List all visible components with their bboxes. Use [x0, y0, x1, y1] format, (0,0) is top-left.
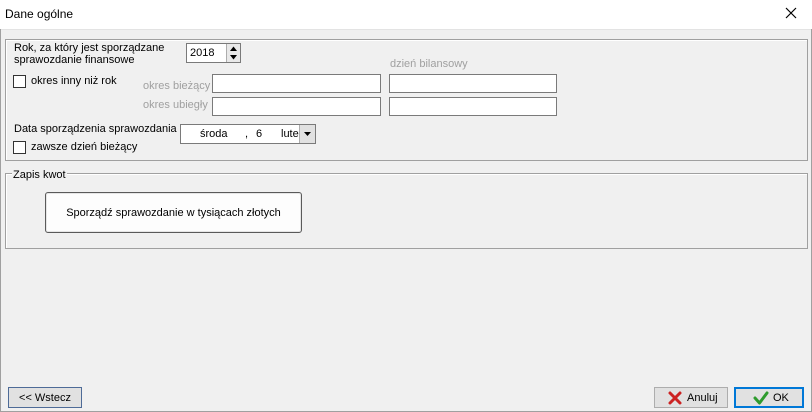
- arrow-up-icon: [230, 46, 237, 51]
- date-weekday: środa: [200, 128, 228, 140]
- year-value[interactable]: 2018: [190, 47, 214, 59]
- ok-button[interactable]: OK: [734, 387, 804, 408]
- year-label-line1: Rok, za który jest sporządzane: [14, 42, 165, 54]
- other-period-checkbox[interactable]: [13, 75, 26, 88]
- date-dropdown-button[interactable]: [299, 125, 315, 143]
- previous-period-label: okres ubiegły: [143, 99, 208, 111]
- previous-period-from-field[interactable]: [212, 97, 381, 116]
- back-button-label: << Wstecz: [19, 392, 71, 404]
- ok-button-label: OK: [773, 392, 789, 404]
- checkmark-icon: [753, 391, 769, 405]
- year-spinner[interactable]: 2018: [186, 43, 241, 63]
- back-button[interactable]: << Wstecz: [8, 387, 82, 408]
- cancel-x-icon: [668, 391, 682, 405]
- prep-date-label: Data sporządzenia sprawozdania: [14, 123, 177, 135]
- previous-period-to-field[interactable]: [389, 97, 557, 116]
- thousands-button-label: Sporządź sprawozdanie w tysiącach złotyc…: [66, 207, 281, 219]
- year-spinner-buttons: [226, 44, 240, 62]
- other-period-label: okres inny niż rok: [31, 75, 117, 87]
- always-today-checkbox[interactable]: [13, 141, 26, 154]
- date-day[interactable]: 6: [256, 128, 262, 140]
- close-icon[interactable]: [784, 6, 798, 20]
- current-period-from-field[interactable]: [212, 74, 381, 93]
- thousands-button[interactable]: Sporządź sprawozdanie w tysiącach złotyc…: [45, 192, 302, 233]
- current-period-label: okres bieżący: [143, 80, 211, 92]
- window-title: Dane ogólne: [5, 7, 74, 21]
- arrow-down-icon: [230, 55, 237, 60]
- spin-down-button[interactable]: [227, 53, 240, 62]
- date-separator: ,: [245, 128, 249, 140]
- title-bar: Dane ogólne: [0, 0, 812, 30]
- amounts-legend: Zapis kwot: [12, 169, 67, 181]
- always-today-label: zawsze dzień bieżący: [31, 141, 138, 153]
- current-period-to-field[interactable]: [389, 74, 557, 93]
- cancel-button[interactable]: Anuluj: [654, 387, 728, 408]
- date-month[interactable]: lute: [281, 128, 299, 140]
- year-label-line2: sprawozdanie finansowe: [14, 54, 135, 66]
- balance-day-label: dzień bilansowy: [390, 58, 468, 70]
- prep-date-picker[interactable]: środa , 6 lute: [180, 124, 316, 144]
- cancel-button-label: Anuluj: [687, 392, 718, 404]
- chevron-down-icon: [304, 132, 311, 136]
